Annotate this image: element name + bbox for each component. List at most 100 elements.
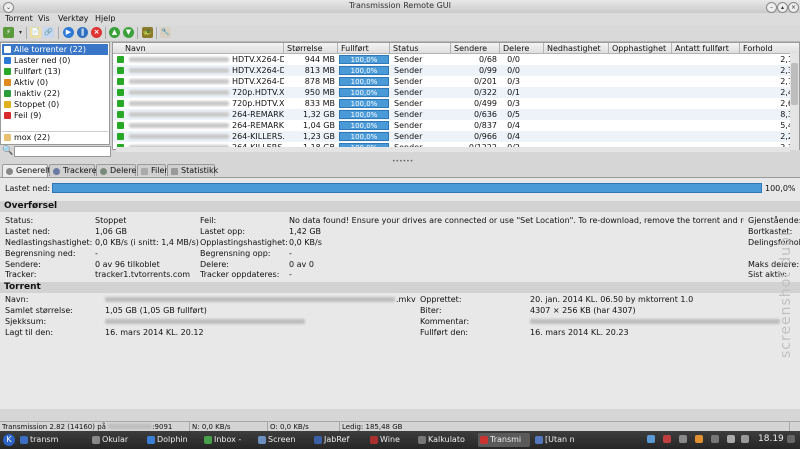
table-row[interactable]: HDTV.X264-DIM878 MB100,0%Sender0/2010/32… — [113, 76, 799, 87]
table-row[interactable]: 264-KILLERS.m 1,23 GB 100,0% Sender 0/966 0/4… — [113, 131, 799, 142]
taskbar-task[interactable]: Inbox - — [202, 433, 253, 447]
filter-label-mox[interactable]: mox (22) — [2, 131, 108, 142]
filter-inactive[interactable]: Inaktiv (22) — [2, 88, 108, 99]
table-row[interactable]: 264-REMARKAE1,04 GB100,0%Sender0/8370/45… — [113, 120, 799, 131]
move-down-icon[interactable]: ▼ — [123, 27, 134, 38]
torrent-status: Sender — [394, 66, 423, 75]
torrent-size: 1,23 GB — [302, 132, 335, 141]
torrent-seeds: 0/322 — [473, 88, 497, 97]
filter-all[interactable]: Alle torrenter (22) — [2, 44, 108, 55]
tab-trackers[interactable]: Trackere — [49, 164, 97, 176]
dlspeed-label: Nedlastingshastighet: — [5, 238, 93, 247]
column-up-speed[interactable]: Opphastighet — [609, 43, 672, 54]
add-torrent-icon[interactable]: 📄 — [30, 27, 41, 38]
downloaded-label: Lastet ned: — [5, 184, 51, 193]
tab-statistics[interactable]: Statistikk — [167, 164, 218, 176]
torrent-list-vscroll[interactable] — [790, 53, 799, 150]
start-menu-icon[interactable]: K — [3, 434, 15, 446]
dlspeed-value: 0,0 KB/s (i snitt: 1,4 MB/s) — [95, 238, 199, 247]
tray-expand-icon[interactable] — [787, 435, 795, 443]
torrent-size: 1,32 GB — [302, 110, 335, 119]
seeding-icon — [117, 89, 124, 96]
torrent-status: Sender — [394, 121, 423, 130]
all-torrents-icon — [4, 46, 11, 53]
error-label: Feil: — [200, 216, 217, 225]
taskbar-task[interactable]: transm — [18, 433, 87, 447]
table-row[interactable]: HDTV.X264-DIM944 MB100,0%Sender0/680/02,… — [113, 54, 799, 65]
menu-view[interactable]: Vis — [38, 14, 50, 23]
add-link-icon[interactable]: 🔗 — [43, 27, 54, 38]
taskbar-task[interactable]: Screen — [256, 433, 309, 447]
remove-icon[interactable]: × — [91, 27, 102, 38]
table-row[interactable]: 720p.HDTV.X2833 MB100,0%Sender0/4990/32,… — [113, 98, 799, 109]
connect-dropdown-icon[interactable]: ▾ — [15, 27, 26, 38]
taskbar-task[interactable]: Dolphin — [145, 433, 199, 447]
torrent-list: Navn Størrelse Fullført Status Sendere D… — [112, 42, 800, 150]
tray-device-icon[interactable] — [727, 435, 735, 443]
filter-error[interactable]: Feil (9) — [2, 110, 108, 121]
filter-active[interactable]: Aktiv (0) — [2, 77, 108, 88]
tray-clipboard-icon[interactable] — [679, 435, 687, 443]
move-up-icon[interactable]: ▲ — [109, 27, 120, 38]
column-seeds[interactable]: Sendere — [451, 43, 500, 54]
speed-limit-icon[interactable]: 🐢 — [142, 27, 153, 38]
start-icon[interactable]: ▶ — [63, 27, 74, 38]
torrent-peers: 0/1 — [507, 88, 520, 97]
task-app-icon — [418, 436, 426, 444]
inactive-icon — [4, 90, 11, 97]
taskbar-task[interactable]: Wine — [368, 433, 413, 447]
menu-help[interactable]: Hjelp — [95, 14, 115, 23]
torrent-list-hscroll[interactable] — [116, 147, 790, 152]
tray-volume-icon[interactable] — [711, 435, 719, 443]
menu-torrent[interactable]: Torrent — [5, 14, 33, 23]
tray-battery-icon[interactable] — [695, 435, 703, 443]
torrent-size: 813 MB — [304, 66, 335, 75]
column-eta[interactable]: Antatt fullført — [672, 43, 740, 54]
taskbar-task[interactable]: Kalkulato — [416, 433, 475, 447]
tray-wifi-icon[interactable] — [741, 435, 749, 443]
column-done[interactable]: Fullført — [338, 43, 390, 54]
column-status[interactable]: Status — [390, 43, 451, 54]
folder-icon — [4, 134, 11, 141]
menu-tools[interactable]: Verktøy — [58, 14, 88, 23]
tab-files[interactable]: Filer — [137, 164, 168, 176]
minimize-icon[interactable]: – — [766, 2, 777, 13]
window-titlebar[interactable]: ⌄ Transmission Remote GUI – ▴ × — [0, 0, 800, 14]
tab-general[interactable]: Generelt — [2, 164, 51, 177]
taskbar: K transm Okular Dolphin Inbox - Screen JabRef… — [0, 431, 800, 449]
table-row[interactable]: 720p.HDTV.X2950 MB100,0%Sender0/3220/12,… — [113, 87, 799, 98]
task-app-icon — [535, 436, 543, 444]
settings-icon[interactable]: 🔧 — [160, 27, 171, 38]
column-peers[interactable]: Delere — [500, 43, 544, 54]
pause-icon[interactable]: ‖ — [77, 27, 88, 38]
tray-transmission-icon[interactable] — [663, 435, 671, 443]
close-icon[interactable]: × — [788, 2, 799, 13]
torrent-size: 878 MB — [304, 77, 335, 86]
taskbar-task[interactable]: [Utan n — [533, 433, 587, 447]
clock[interactable]: 18.19 — [758, 434, 784, 444]
maximize-icon[interactable]: ▴ — [777, 2, 788, 13]
peers-icon — [100, 168, 107, 175]
column-down-speed[interactable]: Nedhastighet — [544, 43, 609, 54]
taskbar-task[interactable]: JabRef — [312, 433, 365, 447]
taskbar-task[interactable]: Okular — [90, 433, 142, 447]
table-row[interactable]: 264-REMARKAE1,32 GB100,0%Sender0/6360/58… — [113, 109, 799, 120]
table-row[interactable]: HDTV.X264-DIM813 MB100,0%Sender0/990/02,… — [113, 65, 799, 76]
tab-peers[interactable]: Delere — [96, 164, 136, 176]
column-size[interactable]: Størrelse — [284, 43, 338, 54]
blurred-name-prefix — [129, 79, 229, 84]
window-title: Transmission Remote GUI — [348, 1, 452, 10]
filter-downloading[interactable]: Laster ned (0) — [2, 55, 108, 66]
tray-network-icon[interactable] — [647, 435, 655, 443]
task-app-icon — [147, 436, 155, 444]
search-input[interactable] — [14, 146, 111, 157]
torrent-seeds: 0/837 — [473, 121, 497, 130]
ullimit-value: - — [289, 249, 292, 258]
filter-stopped[interactable]: Stoppet (0) — [2, 99, 108, 110]
connect-icon[interactable]: ⚡ — [3, 27, 14, 38]
torrent-name: 720p.HDTV.X2 — [232, 99, 284, 108]
blurred-comment — [530, 319, 780, 324]
filter-completed[interactable]: Fullført (13) — [2, 66, 108, 77]
column-name[interactable]: Navn — [113, 43, 284, 54]
taskbar-task[interactable]: Transmi — [478, 433, 530, 447]
